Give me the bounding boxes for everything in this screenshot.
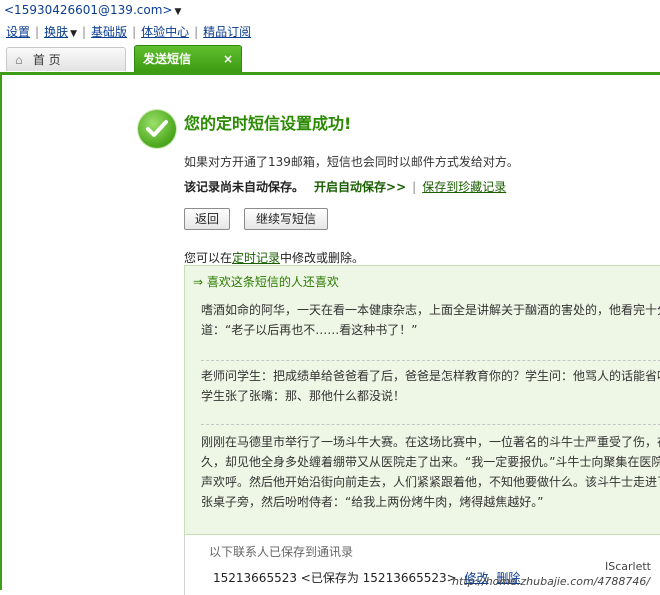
tab-home[interactable]: ⌂ 首 页 (6, 47, 126, 71)
joke-line: 老师问学生：把成绩单给爸爸看了后，爸爸是怎样教育你的？学生问：他骂人的话能省吗 (201, 369, 660, 383)
divider: | (132, 25, 137, 39)
save-favorites-link[interactable]: 保存到珍藏记录 (422, 180, 506, 194)
saved-contact-text: 15213665523 <已保存为 15213665523> (213, 571, 457, 585)
continue-writing-button[interactable]: 继续写短信 (244, 208, 328, 230)
save-status-row: 该记录尚未自动保存。 开启自动保存>> | 保存到珍藏记录 (184, 178, 506, 195)
recommend-panel: ⇒ 喜欢这条短信的人还喜欢 嗜酒如命的阿华，一天在看一本健康杂志，上面全是讲解关… (184, 265, 660, 535)
tab-bar: ⌂ 首 页 发送短信 × (0, 45, 660, 73)
divider (201, 424, 660, 425)
close-icon[interactable]: × (223, 46, 233, 72)
watermark-url: http://home.zhubajie.com/4788746/ (452, 575, 651, 588)
success-check-icon (138, 110, 176, 148)
chevron-down-icon[interactable]: ▼ (174, 7, 181, 17)
nav-basic-version[interactable]: 基础版 (91, 25, 127, 39)
top-nav: 设置 | 换肤 ▼ | 基础版 | 体验中心 | 精品订阅 (6, 23, 251, 40)
divider: | (194, 25, 199, 39)
joke-item[interactable]: 老师问学生：把成绩单给爸爸看了后，爸爸是怎样教育你的？学生问：他骂人的话能省吗 … (201, 366, 660, 406)
auto-save-link[interactable]: 开启自动保存>> (314, 180, 406, 194)
joke-line: 嗜酒如命的阿华，一天在看一本健康杂志，上面全是讲解关于酗酒的害处的，他看完十分 (201, 303, 660, 317)
watermark-name: IScarlett (605, 560, 651, 573)
not-saved-text: 该记录尚未自动保存。 (184, 180, 305, 194)
edit-note-prefix: 您可以在 (184, 251, 233, 265)
joke-line: 声欢呼。然后他开始沿街向前走去，人们紧紧跟着他，不知他要做什么。该斗牛士走进了 (201, 475, 660, 489)
tab-send-sms[interactable]: 发送短信 × (134, 45, 242, 72)
home-icon: ⌂ (15, 53, 23, 67)
nav-settings[interactable]: 设置 (6, 25, 30, 39)
joke-line: 久，却见他全身多处缠着绷带又从医院走了出来。“我一定要报仇。”斗牛士向聚集在医院 (201, 455, 660, 469)
tab-underline (0, 72, 660, 75)
nav-skin[interactable]: 换肤 (44, 25, 68, 39)
divider: | (35, 25, 40, 39)
tab-home-label: 首 页 (32, 53, 61, 67)
tab-send-sms-label: 发送短信 (143, 52, 192, 66)
account-menu[interactable]: <15930426601@139.com> ▼ (4, 3, 181, 17)
divider (201, 360, 660, 361)
recommend-title: ⇒ 喜欢这条短信的人还喜欢 (193, 275, 339, 289)
nav-experience-center[interactable]: 体验中心 (141, 25, 189, 39)
scheduled-records-link[interactable]: 定时记录 (232, 251, 280, 265)
account-email[interactable]: <15930426601@139.com> (4, 3, 172, 17)
saved-contacts-title: 以下联系人已保存到通讯录 (209, 545, 354, 559)
joke-line: 刚刚在马德里市举行了一场斗牛大赛。在这场比赛中，一位著名的斗牛士严重受了伤，在 (201, 435, 660, 449)
joke-item[interactable]: 刚刚在马德里市举行了一场斗牛大赛。在这场比赛中，一位著名的斗牛士严重受了伤，在 … (201, 432, 660, 512)
success-title: 您的定时短信设置成功! (184, 114, 352, 133)
joke-item[interactable]: 嗜酒如命的阿华，一天在看一本健康杂志，上面全是讲解关于酗酒的害处的，他看完十分 … (201, 300, 660, 340)
back-button[interactable]: 返回 (184, 208, 230, 230)
divider: | (412, 180, 417, 194)
frame-border (0, 75, 2, 590)
info-text: 如果对方开通了139邮箱，短信也会同时以邮件方式发给对方。 (184, 155, 519, 169)
joke-line: 学生张了张嘴：那、那他什么都没说！ (201, 389, 406, 403)
joke-line: 张桌子旁，然后吩咐侍者：“给我上两份烤牛肉，烤得越焦越好。” (201, 495, 544, 509)
edit-note-suffix: 中修改或删除。 (280, 251, 365, 265)
divider: | (82, 25, 87, 39)
joke-line: 道：“老子以后再也不……看这种书了！” (201, 323, 418, 337)
edit-note: 您可以在定时记录中修改或删除。 (184, 249, 364, 266)
chevron-down-icon[interactable]: ▼ (70, 29, 77, 39)
nav-subscriptions[interactable]: 精品订阅 (203, 25, 251, 39)
